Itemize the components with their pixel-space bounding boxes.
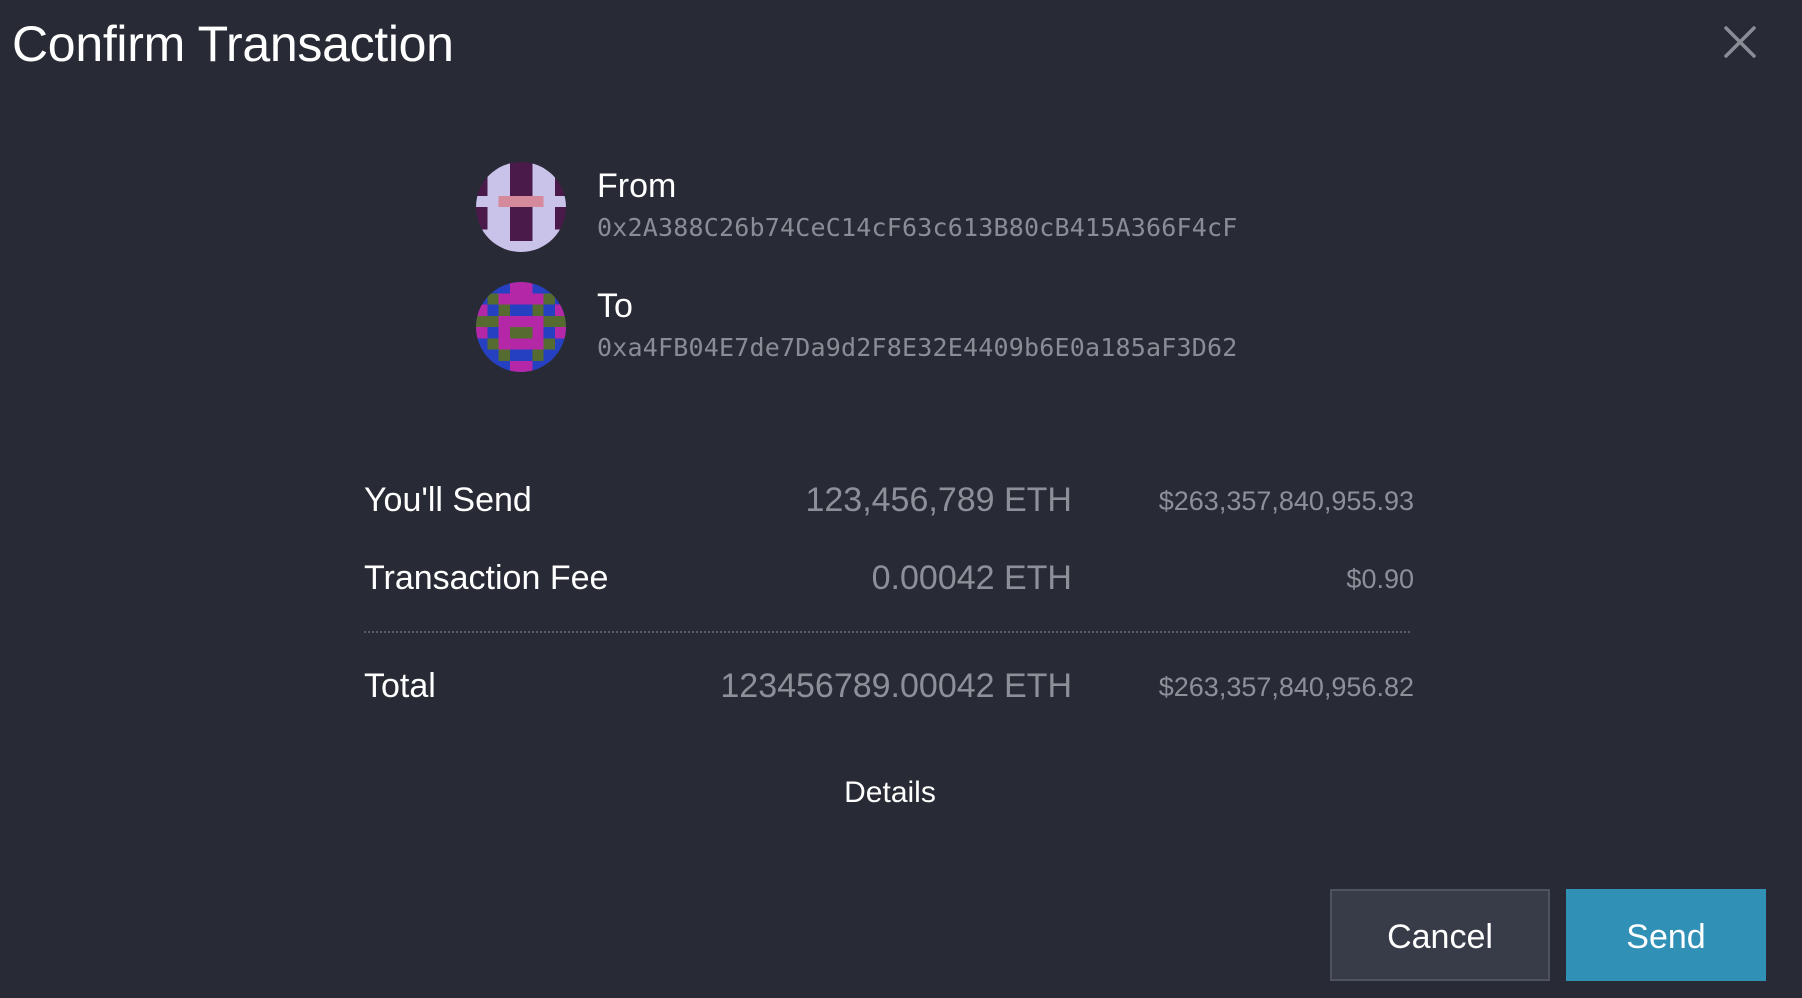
dialog-title: Confirm Transaction bbox=[12, 16, 454, 72]
identicon-to-icon bbox=[476, 282, 566, 372]
identicon-from-icon bbox=[476, 162, 566, 252]
fee-fiat: $0.90 bbox=[1346, 564, 1414, 594]
to-label: To bbox=[597, 287, 633, 325]
cancel-button[interactable]: Cancel bbox=[1330, 889, 1550, 981]
from-address: 0x2A388C26b74CeC14cF63c613B80cB415A366F4… bbox=[597, 213, 1238, 242]
confirm-transaction-dialog: Confirm Transaction From 0x2A388C26b74Ce… bbox=[0, 0, 1802, 998]
to-address: 0xa4FB04E7de7Da9d2F8E32E4409b6E0a185aF3D… bbox=[597, 333, 1238, 362]
send-label: You'll Send bbox=[364, 481, 532, 519]
send-fiat: $263,357,840,955.93 bbox=[1158, 486, 1414, 516]
total-fiat: $263,357,840,956.82 bbox=[1158, 672, 1414, 702]
fee-amount: 0.00042 ETH bbox=[871, 559, 1072, 597]
details-link[interactable]: Details bbox=[0, 773, 1780, 813]
close-icon[interactable] bbox=[1718, 20, 1762, 64]
from-label: From bbox=[597, 167, 677, 205]
fee-label: Transaction Fee bbox=[364, 559, 609, 597]
total-row: Total 123456789.00042 ETH $263,357,840,9… bbox=[364, 661, 1414, 711]
fee-row: Transaction Fee 0.00042 ETH $0.90 bbox=[364, 553, 1414, 603]
summary-divider bbox=[364, 631, 1410, 633]
from-account: From 0x2A388C26b74CeC14cF63c613B80cB415A… bbox=[476, 162, 1376, 254]
total-amount: 123456789.00042 ETH bbox=[720, 667, 1072, 705]
send-button[interactable]: Send bbox=[1566, 889, 1766, 981]
send-amount: 123,456,789 ETH bbox=[805, 481, 1072, 519]
to-account: To 0xa4FB04E7de7Da9d2F8E32E4409b6E0a185a… bbox=[476, 282, 1376, 374]
send-row: You'll Send 123,456,789 ETH $263,357,840… bbox=[364, 475, 1414, 525]
total-label: Total bbox=[364, 667, 436, 705]
